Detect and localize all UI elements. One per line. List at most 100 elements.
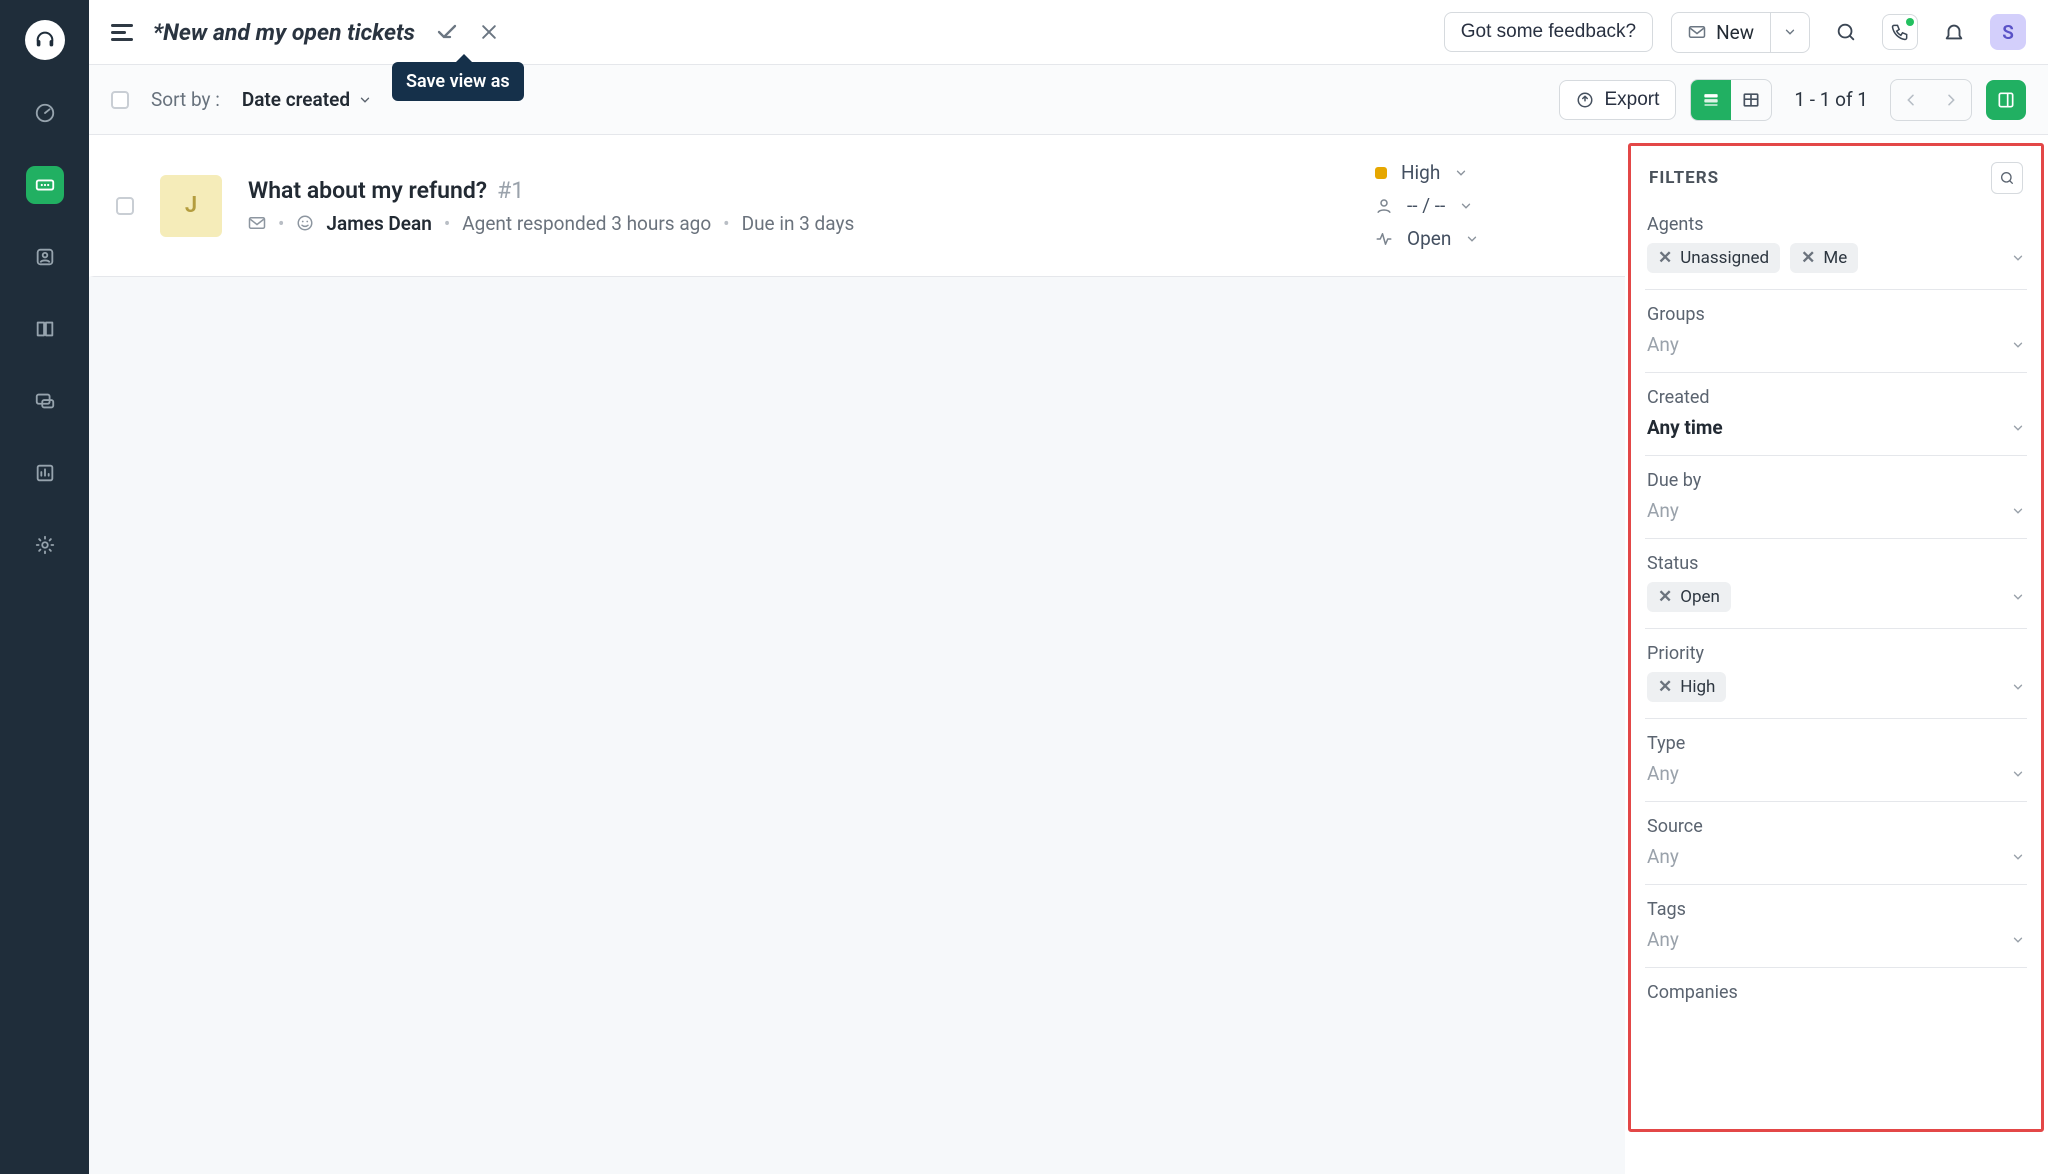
ticket-row[interactable]: J What about my refund? #1 • James Dean … — [89, 135, 1625, 277]
user-initial: S — [2002, 21, 2014, 44]
sidebar-item-kb[interactable] — [26, 310, 64, 348]
save-view-tooltip: Save view as — [392, 62, 524, 101]
pagination-nav — [1890, 79, 1972, 121]
status-dropdown[interactable]: Open — [1375, 227, 1595, 250]
filter-source[interactable]: Source Any — [1645, 802, 2027, 885]
ticket-status-text: Agent responded 3 hours ago — [462, 212, 711, 235]
filter-groups[interactable]: Groups Any — [1645, 290, 2027, 373]
chevron-down-icon — [1465, 232, 1479, 246]
sidebar-item-dashboard[interactable] — [26, 94, 64, 132]
toggle-filters-button[interactable] — [1986, 80, 2026, 120]
mail-icon — [1688, 25, 1706, 39]
table-view-button[interactable] — [1731, 80, 1771, 120]
face-icon — [296, 214, 314, 232]
bar-chart-icon — [34, 462, 56, 484]
views-menu-button[interactable] — [111, 24, 133, 41]
sidebar-item-tickets[interactable] — [26, 166, 64, 204]
ticket-subject[interactable]: What about my refund? — [248, 177, 487, 204]
notifications-button[interactable] — [1936, 14, 1972, 50]
sort-label: Sort by : — [151, 88, 220, 111]
priority-dropdown[interactable]: High — [1375, 161, 1595, 184]
search-icon — [1999, 170, 2015, 186]
status-value: Open — [1407, 227, 1451, 250]
sidebar-item-contacts[interactable] — [26, 238, 64, 276]
chevron-down-icon — [2011, 767, 2025, 781]
bell-icon — [1943, 21, 1965, 43]
pagination-text: 1 - 1 of 1 — [1786, 88, 1876, 111]
sort-value: Date created — [242, 88, 350, 111]
filter-priority[interactable]: Priority ✕High — [1645, 629, 2027, 719]
gauge-icon — [34, 102, 56, 124]
feedback-button[interactable]: Got some feedback? — [1444, 12, 1653, 52]
sidebar-item-settings[interactable] — [26, 526, 64, 564]
next-page-button[interactable] — [1931, 80, 1971, 120]
chevron-right-icon — [1943, 92, 1959, 108]
select-all-checkbox[interactable] — [111, 91, 129, 109]
priority-dot-icon — [1375, 167, 1387, 179]
filter-chip[interactable]: ✕Me — [1790, 243, 1858, 273]
save-view-button[interactable] — [435, 20, 459, 44]
export-button[interactable]: Export — [1559, 80, 1676, 120]
export-icon — [1576, 91, 1594, 109]
chevron-down-icon — [2011, 251, 2025, 265]
chevron-down-icon — [2011, 338, 2025, 352]
new-button-label: New — [1716, 21, 1754, 44]
chevron-down-icon — [1459, 199, 1473, 213]
sidebar-item-forums[interactable] — [26, 382, 64, 420]
ticket-properties: High -- / -- Open — [1375, 161, 1595, 250]
gear-icon — [34, 534, 56, 556]
ticket-main: What about my refund? #1 • James Dean • … — [248, 177, 1329, 235]
status-dot-icon — [1906, 18, 1914, 26]
list-icon — [1701, 90, 1721, 110]
chevron-down-icon — [358, 93, 372, 107]
new-button[interactable]: New — [1672, 13, 1770, 52]
user-avatar[interactable]: S — [1990, 14, 2026, 50]
assignee-dropdown[interactable]: -- / -- — [1375, 194, 1595, 217]
remove-chip-icon[interactable]: ✕ — [1658, 248, 1672, 268]
filters-search-button[interactable] — [1991, 162, 2023, 194]
search-button[interactable] — [1828, 14, 1864, 50]
chat-icon — [34, 390, 56, 412]
filter-tags[interactable]: Tags Any — [1645, 885, 2027, 968]
sidebar-item-reports[interactable] — [26, 454, 64, 492]
ticket-due-text: Due in 3 days — [742, 212, 855, 235]
ticket-checkbox[interactable] — [116, 197, 134, 215]
card-view-button[interactable] — [1691, 80, 1731, 120]
filter-agents[interactable]: Agents ✕Unassigned ✕Me — [1645, 200, 2027, 290]
view-mode-toggle — [1690, 79, 1772, 121]
chevron-down-icon — [2011, 680, 2025, 694]
new-button-dropdown[interactable] — [1770, 13, 1809, 52]
brand-logo[interactable] — [25, 20, 65, 60]
export-label: Export — [1604, 89, 1659, 111]
panel-icon — [1996, 90, 2016, 110]
sort-dropdown[interactable]: Date created — [242, 88, 372, 111]
ticket-list: J What about my refund? #1 • James Dean … — [89, 135, 1625, 1174]
chevron-down-icon — [1783, 25, 1797, 39]
headset-icon — [34, 29, 56, 51]
filter-chip[interactable]: ✕Open — [1647, 582, 1731, 612]
discard-button[interactable] — [479, 22, 499, 42]
freshchat-button[interactable] — [1882, 14, 1918, 50]
close-icon — [479, 22, 499, 42]
filter-status[interactable]: Status ✕Open — [1645, 539, 2027, 629]
filter-chip[interactable]: ✕High — [1647, 672, 1726, 702]
chevron-down-icon — [2011, 421, 2025, 435]
remove-chip-icon[interactable]: ✕ — [1658, 587, 1672, 607]
filter-due-by[interactable]: Due by Any — [1645, 456, 2027, 539]
remove-chip-icon[interactable]: ✕ — [1801, 248, 1815, 268]
chevron-down-icon — [2011, 850, 2025, 864]
mail-icon — [248, 216, 266, 230]
view-title: *New and my open tickets — [153, 19, 415, 46]
assignee-value: -- / -- — [1407, 194, 1445, 217]
filter-created[interactable]: Created Any time — [1645, 373, 2027, 456]
requester-name[interactable]: James Dean — [326, 212, 431, 235]
person-icon — [34, 246, 56, 268]
filters-panel: FILTERS Agents ✕Unassigned ✕Me Groups An… — [1628, 143, 2044, 1132]
filter-type[interactable]: Type Any — [1645, 719, 2027, 802]
filter-companies[interactable]: Companies — [1645, 968, 2027, 1027]
prev-page-button[interactable] — [1891, 80, 1931, 120]
remove-chip-icon[interactable]: ✕ — [1658, 677, 1672, 697]
filter-chip[interactable]: ✕Unassigned — [1647, 243, 1780, 273]
book-icon — [34, 318, 56, 340]
requester-avatar: J — [160, 175, 222, 237]
